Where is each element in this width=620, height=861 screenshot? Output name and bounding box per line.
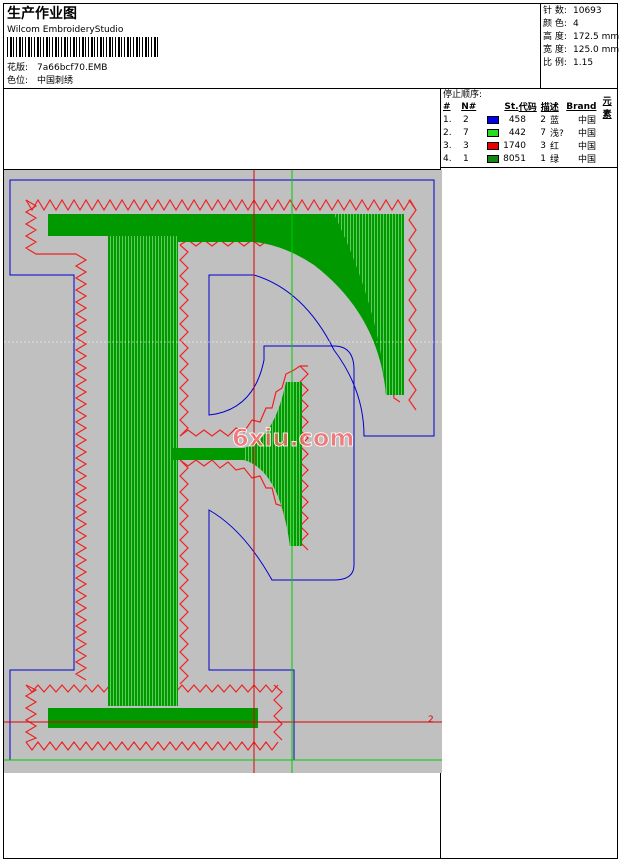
stat-stitches-value: 10693: [573, 6, 602, 16]
pattern-label: 花版:: [7, 63, 29, 73]
row-no: 7: [463, 127, 469, 138]
row-stitches: 442: [508, 127, 526, 138]
row-index: 3.: [443, 140, 452, 151]
row-index: 1.: [443, 114, 452, 125]
pattern-value: 7a66bcf70.EMB: [37, 63, 108, 73]
stat-height-value: 172.5 mm: [573, 32, 620, 42]
software-name: Wilcom EmbroideryStudio: [7, 25, 124, 35]
stat-colors-value: 4: [573, 19, 579, 29]
stat-width-value: 125.0 mm: [573, 45, 620, 55]
row-code: 1: [540, 153, 546, 164]
col-desc-header: 描述: [540, 103, 559, 113]
row-desc: 红: [550, 142, 560, 152]
page-title: 生产作业图: [7, 6, 77, 22]
stat-stitches-label: 针 数:: [543, 6, 567, 16]
row-no: 1: [463, 153, 469, 164]
color-swatch: [487, 115, 499, 124]
color-swatch: [487, 128, 499, 137]
color-label: 色位:: [7, 76, 29, 86]
col-code-header: 代码: [518, 103, 537, 113]
row-stitches: 1740: [503, 140, 526, 151]
color-swatch: [487, 141, 499, 150]
stat-scale-label: 比 例:: [543, 58, 567, 68]
embroidery-design-preview[interactable]: 2 6xiu.com: [4, 170, 442, 773]
barcode: [7, 37, 159, 57]
col-no-header: N#: [461, 101, 477, 112]
row-brand: 中国: [578, 129, 597, 139]
col-stitches-header: St.: [504, 101, 519, 112]
stat-colors-label: 颜 色:: [543, 19, 567, 29]
stat-height-label: 高 度:: [543, 32, 567, 42]
watermark: 6xiu.com: [232, 424, 354, 452]
col-index-header: #: [443, 101, 451, 112]
row-code: 2: [540, 114, 546, 125]
row-stitches: 8051: [503, 153, 526, 164]
table-row: 2. 7 442 7 浅? 中国: [443, 126, 619, 140]
row-code: 7: [540, 127, 546, 138]
right-blank-panel: [440, 167, 618, 859]
row-no: 2: [463, 114, 469, 125]
left-top-panel: [3, 88, 441, 170]
row-index: 4.: [443, 153, 452, 164]
row-desc: 蓝: [550, 116, 560, 126]
color-value: 中国刺绣: [37, 76, 74, 86]
row-brand: 中国: [578, 155, 597, 165]
row-desc: 浅?: [550, 129, 564, 139]
color-swatch: [487, 154, 499, 163]
stop-sequence-table: # N# St. 代码 描述 Brand 元素 1. 2 458 2 蓝 中国 …: [443, 97, 619, 166]
col-brand-header: Brand: [566, 101, 597, 112]
stop-table-header: # N# St. 代码 描述 Brand 元素: [443, 97, 619, 120]
guide-marker-label: 2: [428, 715, 434, 725]
stat-scale-value: 1.15: [573, 58, 594, 68]
row-code: 3: [540, 140, 546, 151]
row-index: 2.: [443, 127, 452, 138]
row-no: 3: [463, 140, 469, 151]
stat-width-label: 宽 度:: [543, 45, 567, 55]
table-row: 1. 2 458 2 蓝 中国: [443, 113, 619, 127]
row-stitches: 458: [508, 114, 526, 125]
table-row: 4. 1 8051 1 绿 中国: [443, 152, 619, 166]
row-brand: 中国: [578, 142, 597, 152]
row-desc: 绿: [550, 155, 560, 165]
row-brand: 中国: [578, 116, 597, 126]
table-row: 3. 3 1740 3 红 中国: [443, 139, 619, 153]
